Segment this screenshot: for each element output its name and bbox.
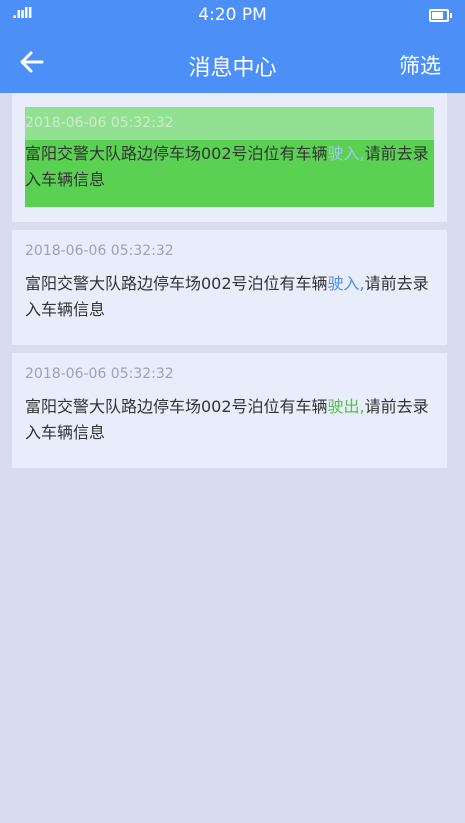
arrow-left-icon	[20, 51, 44, 73]
status-time: 4:20 PM	[198, 5, 267, 25]
app-header: .ııll 4:20 PM 消息中心 筛选	[0, 0, 465, 93]
message-list: 2018-06-06 05:32:32 富阳交警大队路边停车场002号泊位有车辆…	[12, 93, 447, 476]
message-text-before: 富阳交警大队路边停车场002号泊位有车辆	[25, 397, 328, 416]
message-timestamp: 2018-06-06 05:32:32	[25, 366, 174, 382]
status-bar: .ııll 4:20 PM	[0, 0, 465, 30]
message-timestamp: 2018-06-06 05:32:32	[25, 243, 174, 259]
nav-bar: 消息中心 筛选	[0, 30, 465, 93]
message-timestamp: 2018-06-06 05:32:32	[25, 115, 174, 131]
message-card[interactable]: 2018-06-06 05:32:32 富阳交警大队路边停车场002号泊位有车辆…	[12, 93, 447, 222]
back-button[interactable]	[16, 46, 48, 78]
filter-button[interactable]: 筛选	[399, 50, 441, 80]
message-text: 富阳交警大队路边停车场002号泊位有车辆驶入,请前去录入车辆信息	[25, 271, 434, 323]
battery-icon	[429, 9, 452, 22]
message-action: 驶出,	[327, 397, 365, 416]
message-action: 驶入,	[327, 144, 365, 163]
message-card[interactable]: 2018-06-06 05:32:32 富阳交警大队路边停车场002号泊位有车辆…	[12, 353, 447, 468]
message-text-before: 富阳交警大队路边停车场002号泊位有车辆	[25, 274, 328, 293]
page-title: 消息中心	[188, 56, 277, 81]
message-text-before: 富阳交警大队路边停车场002号泊位有车辆	[25, 144, 328, 163]
message-card[interactable]: 2018-06-06 05:32:32 富阳交警大队路边停车场002号泊位有车辆…	[12, 230, 447, 345]
message-action: 驶入,	[327, 274, 365, 293]
message-text: 富阳交警大队路边停车场002号泊位有车辆驶出,请前去录入车辆信息	[25, 394, 434, 446]
message-text: 富阳交警大队路边停车场002号泊位有车辆驶入,请前去录入车辆信息	[25, 141, 434, 193]
